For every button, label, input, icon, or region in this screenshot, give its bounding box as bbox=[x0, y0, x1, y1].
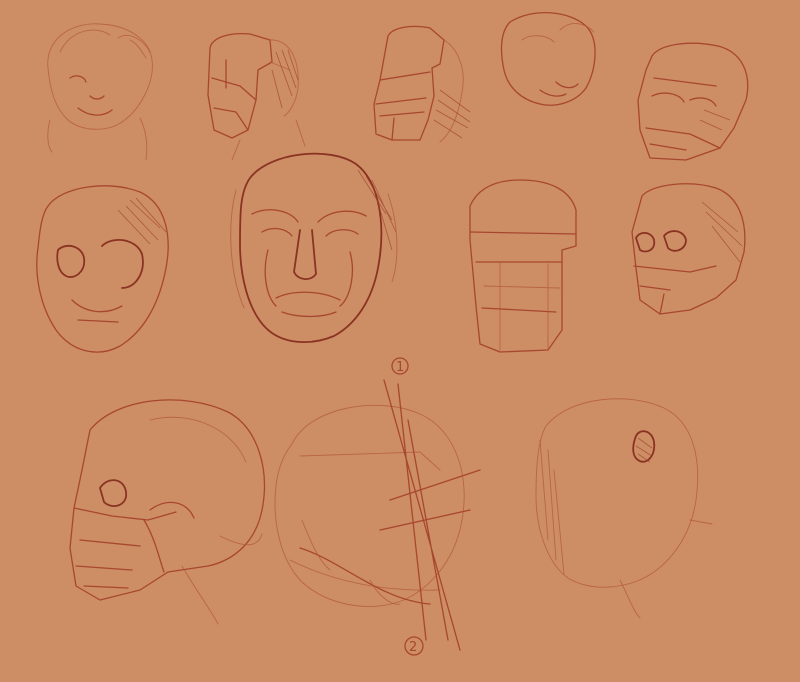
sketch-old-man-face bbox=[230, 152, 398, 343]
sketch-head-back-view bbox=[535, 398, 713, 619]
sketch-construction-head: 1 2 bbox=[274, 357, 481, 656]
marker-2-label: 2 bbox=[409, 640, 417, 655]
sketch-round-head bbox=[500, 12, 596, 106]
sketch-block-head bbox=[373, 25, 471, 143]
sketch-skull-front-left bbox=[36, 185, 169, 353]
sketch-boxy-head bbox=[469, 179, 577, 353]
sketch-skull-right bbox=[631, 183, 746, 315]
sketch-planar-head bbox=[207, 32, 306, 161]
sketch-sheet: 1 2 bbox=[0, 0, 800, 682]
sketch-child-head bbox=[47, 23, 153, 161]
sketch-skull-top-right bbox=[637, 42, 749, 161]
sketch-canvas: 1 2 bbox=[36, 12, 749, 656]
marker-1-label: 1 bbox=[396, 360, 404, 375]
sketch-skull-profile bbox=[69, 399, 266, 625]
